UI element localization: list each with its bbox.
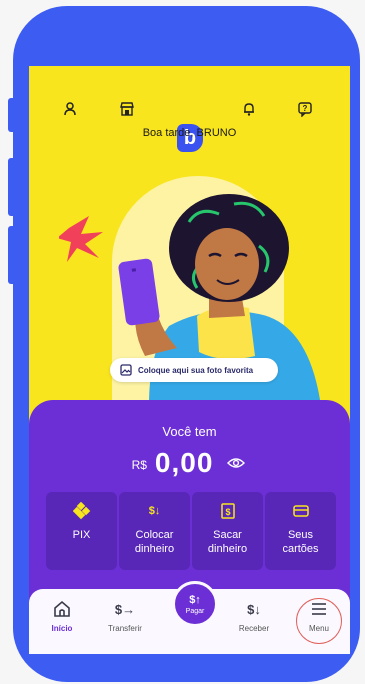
phone-side-button bbox=[8, 226, 16, 284]
nav-transfer[interactable]: $→ Transferir bbox=[95, 599, 155, 634]
svg-text:$: $ bbox=[225, 507, 230, 517]
balance-amount: 0,00 bbox=[154, 447, 214, 478]
nav-home-label: Início bbox=[51, 624, 73, 633]
quick-actions: PIX $↓ Colocar dinheiro $ Sacar dinheiro… bbox=[46, 492, 336, 570]
withdraw-button[interactable]: $ Sacar dinheiro bbox=[192, 492, 263, 570]
menu-highlight-ring bbox=[296, 598, 342, 644]
nav-transfer-label: Transferir bbox=[108, 624, 142, 633]
pix-icon bbox=[72, 501, 91, 521]
spark-shape bbox=[59, 216, 103, 262]
cards-button[interactable]: Seus cartões bbox=[265, 492, 336, 570]
help-chat-icon[interactable]: ? bbox=[292, 96, 318, 122]
nav-receive[interactable]: $↓ Receber bbox=[224, 599, 284, 634]
header-icons: b ? bbox=[29, 96, 350, 152]
deposit-icon: $↓ bbox=[148, 505, 161, 517]
svg-text:?: ? bbox=[303, 104, 308, 113]
nav-home[interactable]: Início bbox=[32, 599, 92, 633]
photo-hint-button[interactable]: Coloque aqui sua foto favorita bbox=[110, 358, 278, 382]
eye-icon[interactable] bbox=[225, 452, 247, 474]
phone-side-button bbox=[8, 158, 16, 216]
photo-hint-label: Coloque aqui sua foto favorita bbox=[138, 365, 254, 375]
withdraw-icon: $ bbox=[220, 501, 235, 521]
bell-icon[interactable] bbox=[236, 96, 262, 122]
deposit-label: Colocar dinheiro bbox=[134, 529, 175, 555]
pay-button[interactable]: $↑ Pagar bbox=[172, 581, 218, 627]
receive-icon: $↓ bbox=[247, 601, 261, 617]
balance-row: R$ 0,00 bbox=[29, 447, 350, 479]
home-icon bbox=[53, 599, 71, 619]
transfer-icon: $→ bbox=[114, 601, 136, 617]
pay-label: Pagar bbox=[185, 607, 205, 615]
store-icon[interactable] bbox=[114, 96, 140, 122]
card-icon bbox=[292, 501, 309, 521]
app-screen: b ? Boa tarde, BRUNO Coloque aqui sua fo… bbox=[29, 66, 350, 654]
pay-icon: $↑ bbox=[189, 593, 201, 606]
withdraw-label: Sacar dinheiro bbox=[207, 529, 248, 555]
phone-side-button bbox=[8, 98, 16, 132]
nav-receive-label: Receber bbox=[238, 624, 270, 633]
cards-label: Seus cartões bbox=[282, 529, 319, 555]
balance-label: Você tem bbox=[162, 424, 217, 439]
balance-currency: R$ bbox=[131, 457, 147, 472]
pix-button[interactable]: PIX bbox=[46, 492, 117, 570]
image-icon bbox=[120, 364, 132, 376]
deposit-button[interactable]: $↓ Colocar dinheiro bbox=[119, 492, 190, 570]
pix-label: PIX bbox=[72, 529, 91, 541]
greeting-text: Boa tarde, BRUNO bbox=[142, 127, 237, 139]
profile-icon[interactable] bbox=[57, 96, 83, 122]
